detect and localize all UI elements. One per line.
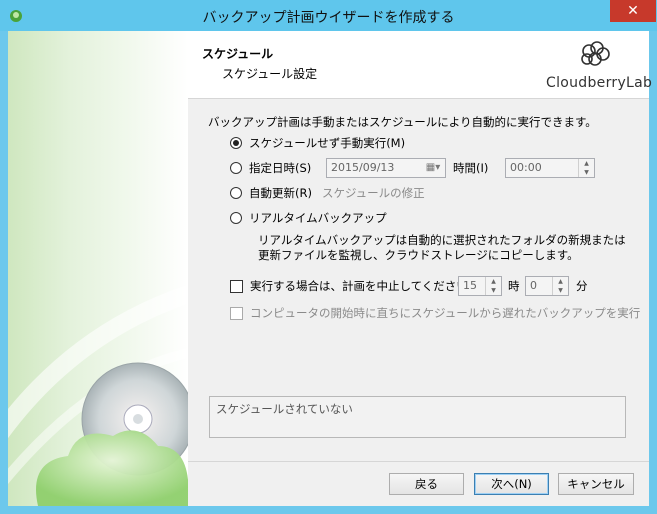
minutes-spinner[interactable]: ▲ ▼ xyxy=(552,277,568,295)
hours-input[interactable]: 15 ▲ ▼ xyxy=(458,276,502,296)
wizard-window: バックアップ計画ウイザードを作成する ✕ スケジュール スケジュール設定 Clo… xyxy=(0,0,657,514)
minutes-down-arrow-icon[interactable]: ▼ xyxy=(553,286,568,295)
disc-artwork xyxy=(8,284,188,506)
time-up-arrow-icon[interactable]: ▲ xyxy=(579,159,594,168)
stop-if-runs-row[interactable]: 実行する場合は、計画を中止してください。 xyxy=(230,278,479,294)
time-label: 時間(I) xyxy=(453,161,489,175)
next-button[interactable]: 次へ(N) xyxy=(474,473,549,495)
date-picker[interactable]: 2015/09/13 ▦▾ xyxy=(326,158,446,178)
window-title: バックアップ計画ウイザードを作成する xyxy=(202,10,455,26)
hours-value: 15 xyxy=(463,279,477,292)
minutes-unit-row: 分 xyxy=(576,278,588,294)
time-spinner[interactable]: ▲ ▼ xyxy=(578,159,594,177)
schedule-status-box: スケジュールされていない xyxy=(209,396,626,438)
description-text: バックアップ計画は手動またはスケジュールにより自動的に実行できます。 xyxy=(208,115,597,129)
hours-unit-row: 時 xyxy=(508,278,520,294)
wizard-header: スケジュール スケジュール設定 CloudberryLab xyxy=(188,31,653,99)
manual-radio[interactable] xyxy=(230,137,242,149)
realtime-label: リアルタイムバックアップ xyxy=(249,211,387,225)
hours-unit: 時 xyxy=(508,279,520,293)
option-manual[interactable]: スケジュールせず手動実行(M) xyxy=(230,135,405,151)
hours-spinner[interactable]: ▲ ▼ xyxy=(485,277,501,295)
option-realtime[interactable]: リアルタイムバックアップ xyxy=(230,210,387,226)
stop-if-runs-checkbox[interactable] xyxy=(230,279,243,293)
run-missed-checkbox[interactable] xyxy=(230,306,243,320)
title-bar[interactable]: バックアップ計画ウイザードを作成する ✕ xyxy=(0,0,657,31)
stop-if-runs-label: 実行する場合は、計画を中止してください。 xyxy=(250,279,480,293)
minutes-input[interactable]: 0 ▲ ▼ xyxy=(525,276,569,296)
specific-date-label: 指定日時(S) xyxy=(249,161,312,175)
page-title: スケジュール xyxy=(202,47,274,61)
minutes-unit: 分 xyxy=(576,279,588,293)
edit-schedule-link[interactable]: スケジュールの修正 xyxy=(322,185,425,201)
time-label-row: 時間(I) xyxy=(453,160,488,176)
hours-down-arrow-icon[interactable]: ▼ xyxy=(486,286,501,295)
realtime-note: リアルタイムバックアップは自動的に選択されたフォルダの新規または更新ファイルを監… xyxy=(258,233,626,262)
realtime-radio[interactable] xyxy=(230,212,242,224)
back-button[interactable]: 戻る xyxy=(389,473,464,495)
run-missed-row[interactable]: コンピュータの開始時に直ちにスケジュールから遅れたバックアップを実行 xyxy=(230,305,640,321)
recurring-radio[interactable] xyxy=(230,187,242,199)
footer-divider xyxy=(188,461,649,462)
cancel-button[interactable]: キャンセル xyxy=(558,473,634,495)
minutes-value: 0 xyxy=(530,279,537,292)
option-specific-date[interactable]: 指定日時(S) xyxy=(230,160,311,176)
close-button[interactable]: ✕ xyxy=(610,0,656,22)
brand-logo-text: CloudberryLab xyxy=(546,75,653,91)
specific-date-radio[interactable] xyxy=(230,162,242,174)
manual-label: スケジュールせず手動実行(M) xyxy=(249,136,406,150)
cloudberry-logo-icon xyxy=(581,41,610,66)
time-value: 00:00 xyxy=(510,161,542,174)
calendar-dropdown-icon[interactable]: ▦▾ xyxy=(423,161,443,175)
recurring-label: 自動更新(R) xyxy=(249,186,312,200)
run-missed-label: コンピュータの開始時に直ちにスケジュールから遅れたバックアップを実行 xyxy=(250,306,641,320)
side-banner xyxy=(8,31,188,506)
option-recurring[interactable]: 自動更新(R) スケジュールの修正 xyxy=(230,185,425,201)
time-down-arrow-icon[interactable]: ▼ xyxy=(579,168,594,177)
wizard-client-area: スケジュール スケジュール設定 CloudberryLab バックアップ計画は手… xyxy=(8,31,653,506)
page-subtitle: スケジュール設定 xyxy=(222,67,318,81)
minutes-up-arrow-icon[interactable]: ▲ xyxy=(553,277,568,286)
status-text: スケジュールされていない xyxy=(216,402,353,416)
hours-up-arrow-icon[interactable]: ▲ xyxy=(486,277,501,286)
time-input[interactable]: 00:00 ▲ ▼ xyxy=(505,158,595,178)
date-value: 2015/09/13 xyxy=(331,161,395,174)
